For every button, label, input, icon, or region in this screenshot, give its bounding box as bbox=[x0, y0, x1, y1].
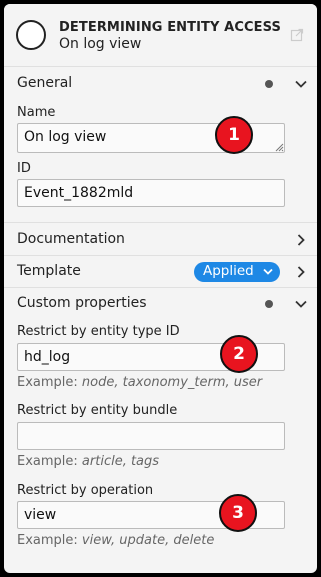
chevron-right-icon bbox=[297, 234, 305, 246]
element-name: On log view bbox=[59, 36, 142, 52]
entity-type-hint: Example: node, taxonomy_term, user bbox=[17, 375, 263, 390]
changed-dot-icon bbox=[265, 80, 273, 88]
group-template-header[interactable]: Template Applied bbox=[4, 255, 317, 288]
group-general-header[interactable]: General bbox=[4, 67, 317, 100]
chevron-right-icon bbox=[297, 266, 305, 278]
panel-header: DETERMINING ENTITY ACCESS On log view bbox=[4, 4, 317, 67]
operation-label: Restrict by operation bbox=[17, 483, 154, 498]
group-custom-properties-title: Custom properties bbox=[17, 295, 147, 311]
external-link-icon[interactable] bbox=[290, 28, 304, 42]
operation-hint: Example: view, update, delete bbox=[17, 533, 215, 548]
chevron-down-icon bbox=[263, 268, 273, 275]
entity-bundle-label: Restrict by entity bundle bbox=[17, 403, 178, 418]
annotation-marker-1: 1 bbox=[215, 116, 253, 154]
properties-panel: DETERMINING ENTITY ACCESS On log view Ge… bbox=[4, 4, 317, 573]
circle-event-icon bbox=[16, 20, 46, 50]
template-applied-badge[interactable]: Applied bbox=[194, 262, 280, 282]
group-template-title: Template bbox=[17, 263, 81, 279]
entity-type-label: Restrict by entity type ID bbox=[17, 324, 180, 339]
group-documentation-header[interactable]: Documentation bbox=[4, 223, 317, 256]
element-type-title: DETERMINING ENTITY ACCESS bbox=[59, 20, 281, 35]
name-label: Name bbox=[17, 105, 56, 120]
group-documentation-title: Documentation bbox=[17, 231, 125, 247]
group-custom-properties-header[interactable]: Custom properties bbox=[4, 287, 317, 320]
resize-handle-icon[interactable] bbox=[274, 142, 284, 152]
id-field[interactable]: Event_1882mld bbox=[17, 179, 285, 207]
annotation-marker-2: 2 bbox=[220, 335, 258, 373]
group-general-title: General bbox=[17, 75, 73, 91]
template-badge-label: Applied bbox=[203, 263, 254, 279]
chevron-down-icon bbox=[295, 300, 307, 308]
entity-bundle-hint: Example: article, tags bbox=[17, 454, 160, 469]
annotation-marker-3: 3 bbox=[219, 494, 257, 532]
chevron-down-icon bbox=[295, 80, 307, 88]
id-label: ID bbox=[17, 161, 31, 176]
changed-dot-icon bbox=[265, 300, 273, 308]
entity-bundle-field[interactable] bbox=[17, 422, 285, 450]
